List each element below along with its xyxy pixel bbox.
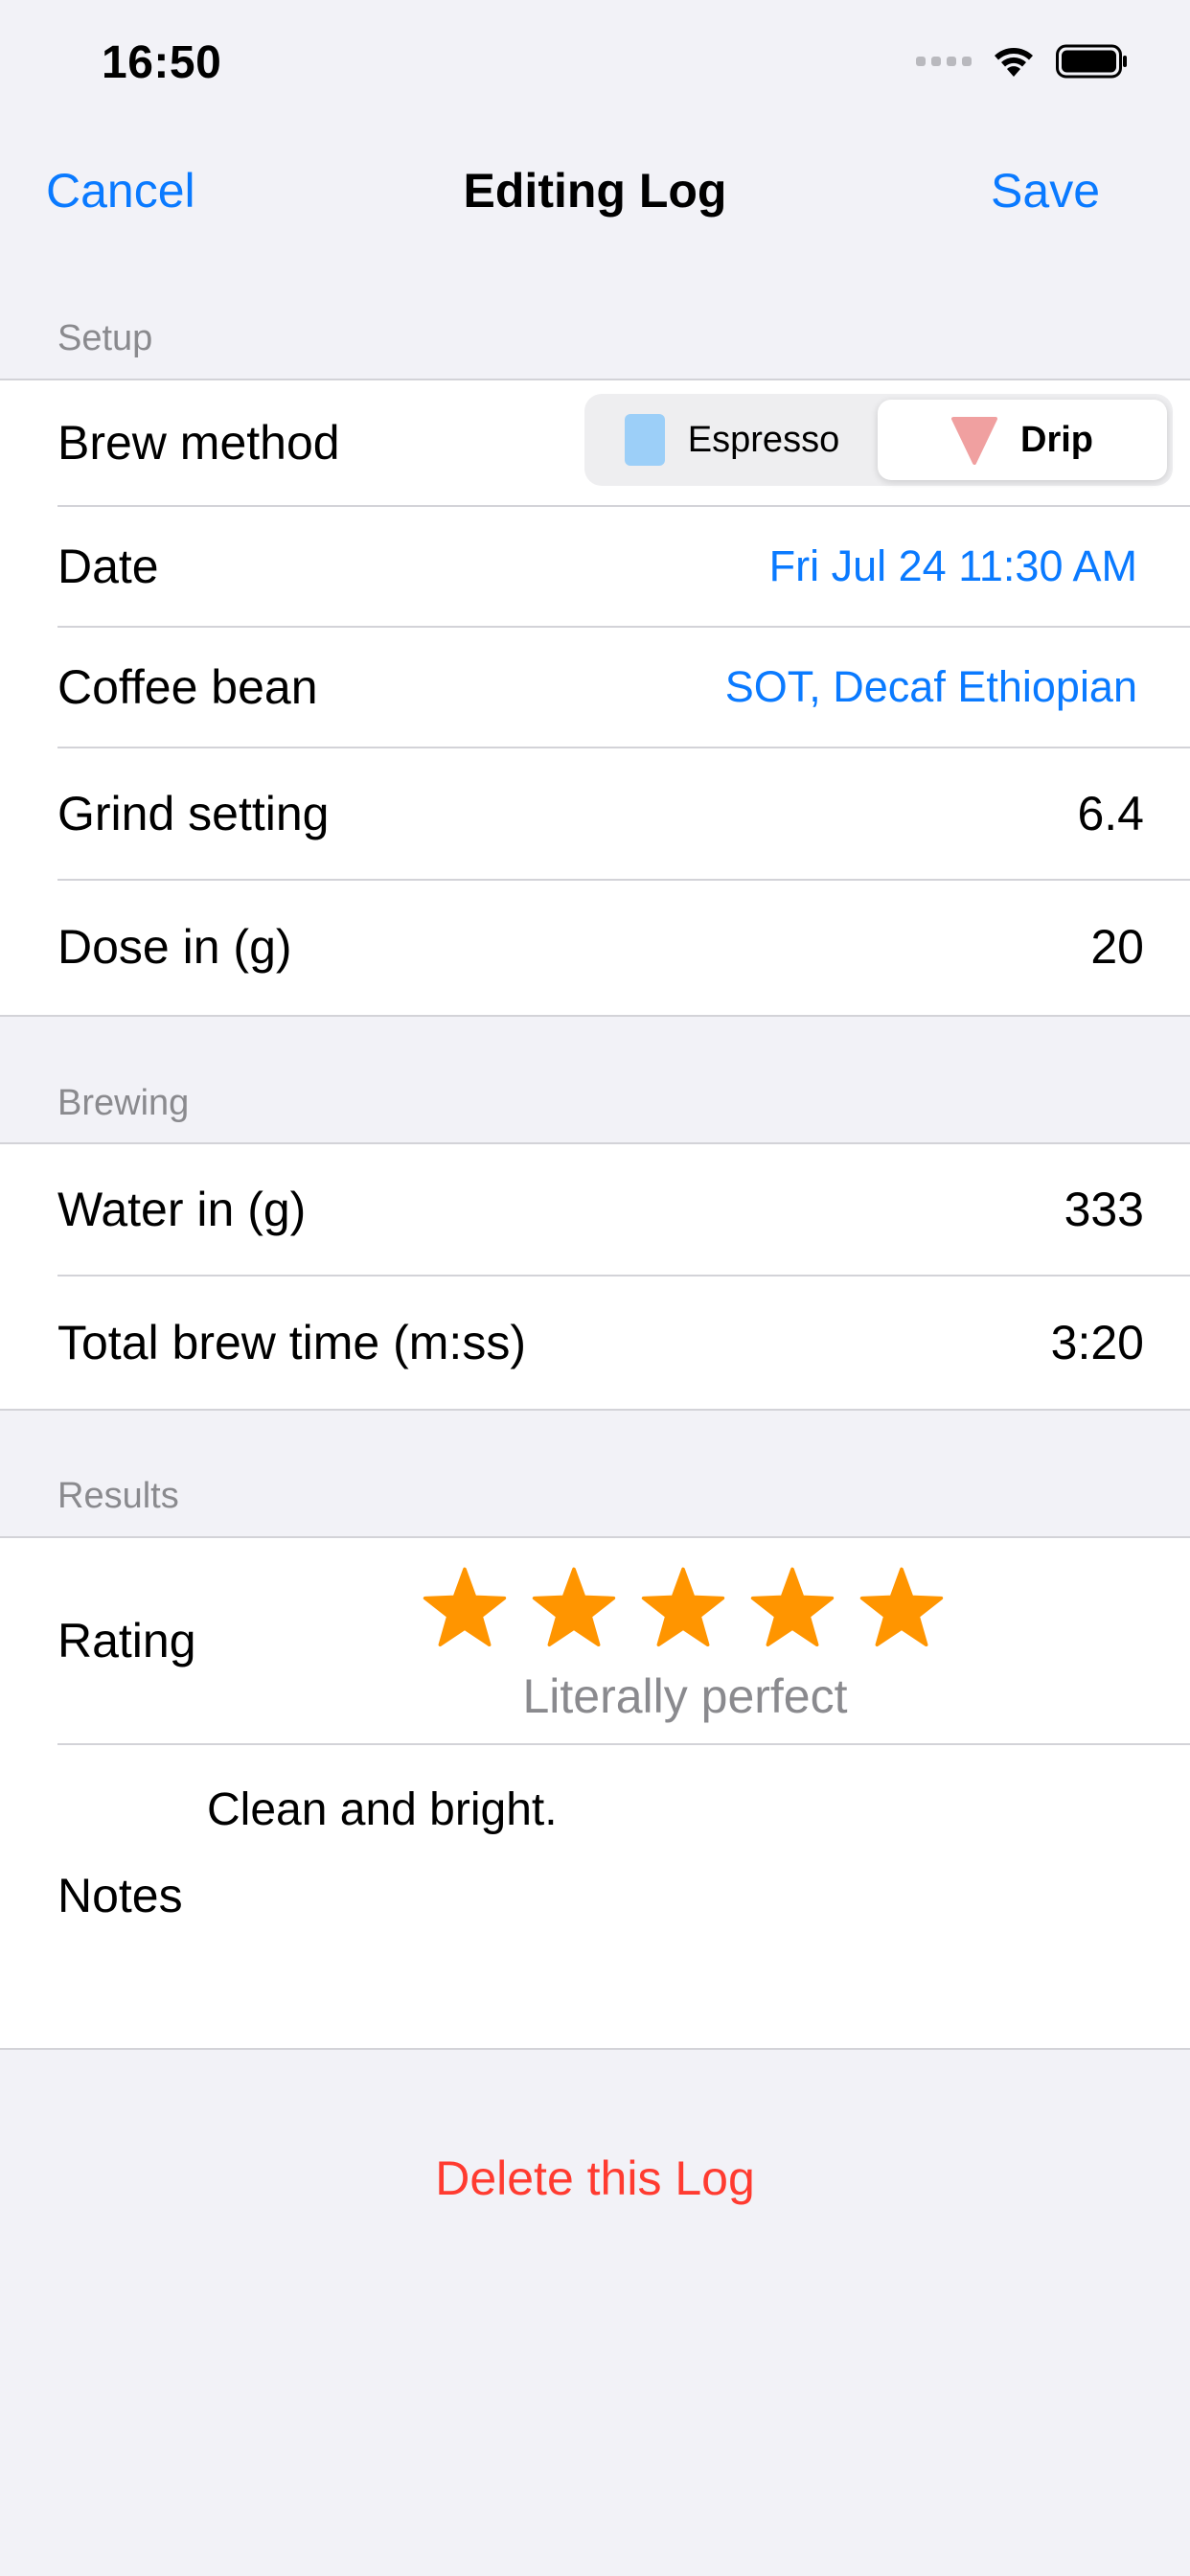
date-label: Date [57,540,159,593]
triangle-icon [951,417,997,465]
delete-log-button[interactable]: Delete this Log [0,2150,1190,2206]
brew-time-label: Total brew time (m:ss) [57,1316,526,1369]
square-icon [624,414,665,466]
star-icon[interactable] [422,1565,508,1649]
segment-espresso-label: Espresso [687,419,840,460]
setup-group: Brew method Espresso Drip Date Fri Jul 2… [0,379,1190,1017]
segment-drip[interactable]: Drip [878,400,1167,480]
water-value[interactable]: 333 [1064,1182,1144,1237]
brew-method-label: Brew method [57,416,340,470]
grind-setting-row[interactable]: Grind setting 6.4 [57,748,1190,881]
status-icons [916,44,1129,79]
results-group: Rating Literally perfect Clean and brigh… [0,1536,1190,2050]
grind-setting-value[interactable]: 6.4 [1077,786,1144,841]
brewing-group: Water in (g) 333 Total brew time (m:ss) … [0,1142,1190,1411]
grind-setting-label: Grind setting [57,787,330,840]
cancel-button[interactable]: Cancel [46,163,195,218]
save-button[interactable]: Save [991,163,1100,218]
section-header-results: Results [57,1476,179,1516]
rating-label: Rating [57,1614,196,1668]
star-icon[interactable] [640,1565,726,1649]
star-icon[interactable] [749,1565,835,1649]
segment-drip-label: Drip [1020,419,1093,460]
brew-time-value[interactable]: 3:20 [1051,1315,1144,1370]
notes-row: Clean and bright. Notes [0,1745,1190,2048]
dose-value[interactable]: 20 [1090,919,1144,975]
rating-caption: Literally perfect [522,1669,848,1723]
rating-stars[interactable] [422,1565,945,1649]
coffee-bean-row[interactable]: Coffee bean SOT, Decaf Ethiopian [57,628,1190,748]
coffee-bean-value[interactable]: SOT, Decaf Ethiopian [725,662,1144,712]
segment-espresso[interactable]: Espresso [590,400,874,480]
status-time: 16:50 [102,37,222,88]
water-row[interactable]: Water in (g) 333 [57,1144,1190,1276]
brew-time-row[interactable]: Total brew time (m:ss) 3:20 [57,1276,1190,1409]
date-row[interactable]: Date Fri Jul 24 11:30 AM [57,507,1190,628]
section-header-setup: Setup [57,318,153,358]
battery-icon [1056,44,1129,79]
water-label: Water in (g) [57,1183,307,1236]
notes-label: Notes [57,1869,183,1922]
section-header-brewing: Brewing [57,1083,190,1123]
dose-row[interactable]: Dose in (g) 20 [57,881,1190,1013]
dose-label: Dose in (g) [57,920,292,974]
coffee-bean-label: Coffee bean [57,660,318,714]
star-icon[interactable] [531,1565,617,1649]
date-value[interactable]: Fri Jul 24 11:30 AM [769,541,1144,591]
brew-method-segmented-control[interactable]: Espresso Drip [584,394,1173,486]
wifi-icon [991,44,1037,79]
cellular-signal-icon [916,57,972,66]
star-icon[interactable] [858,1565,945,1649]
notes-text: Clean and bright. [207,1784,558,1835]
